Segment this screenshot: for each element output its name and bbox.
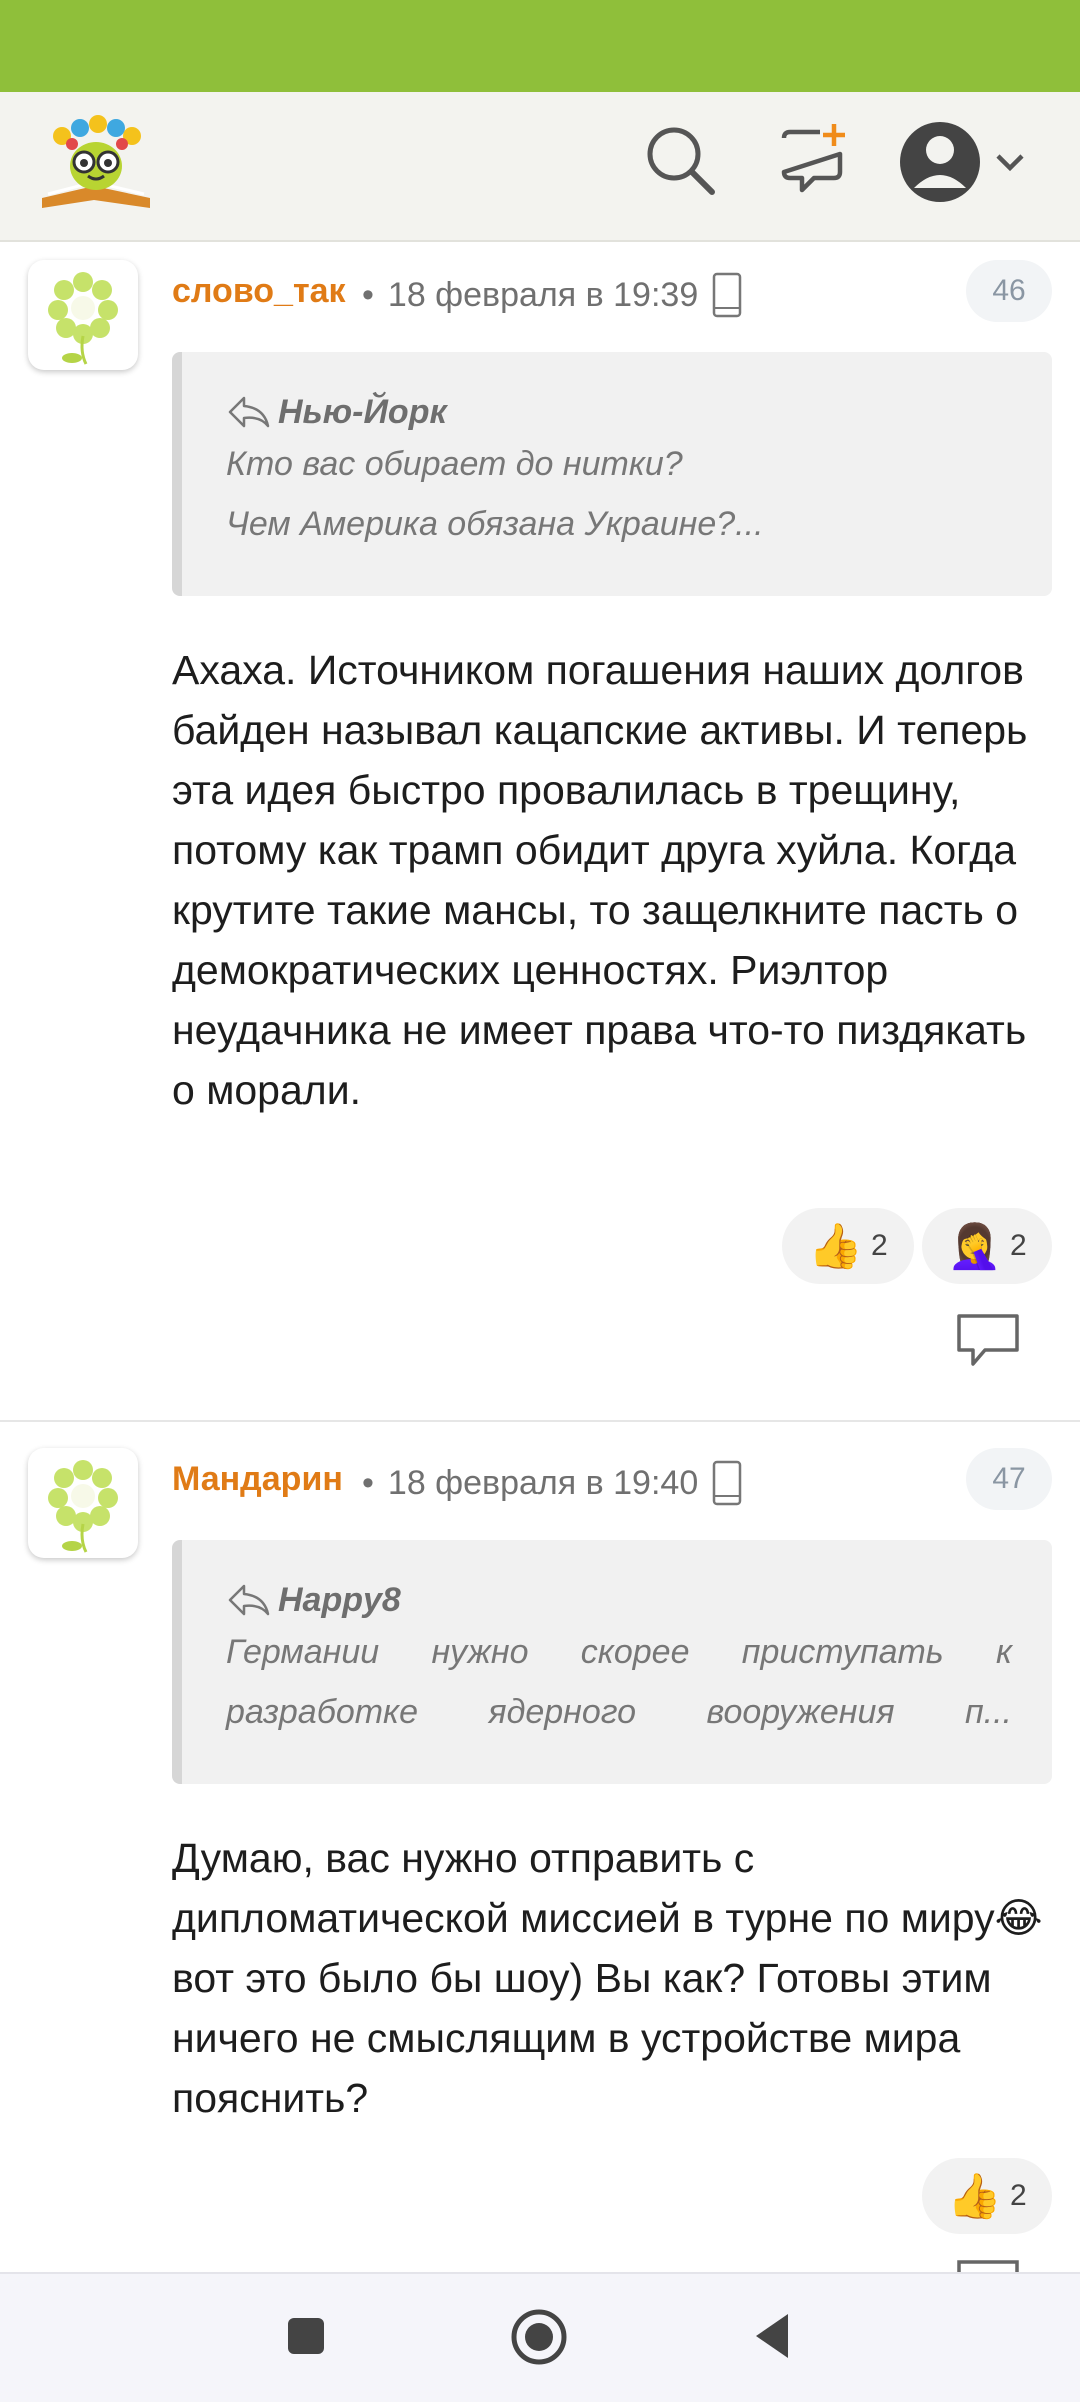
reaction-count: 2 <box>1010 1229 1027 1262</box>
facepalm-icon: 🤦‍♀️ <box>947 1222 1003 1271</box>
commenter-avatar[interactable] <box>28 260 138 370</box>
comment-number-badge[interactable]: 47 <box>966 1448 1052 1510</box>
reaction-facepalm[interactable]: 🤦‍♀️ 2 <box>922 1208 1052 1284</box>
quote-author: Нью-Йорк <box>278 392 447 431</box>
chevron-down-icon <box>996 154 1024 172</box>
quote-word: разработке <box>226 1693 419 1731</box>
comment-author[interactable]: слово_так <box>172 272 346 311</box>
home-icon <box>511 2309 567 2365</box>
back-icon <box>756 2314 788 2358</box>
comment-text: Ахаха. Источником погашения наших долгов… <box>172 647 1028 1113</box>
phone-icon <box>712 272 742 318</box>
thumbs-up-icon: 👍 <box>947 2172 1003 2221</box>
comment-timestamp[interactable]: 18 февраля в 19:39 <box>388 276 698 315</box>
new-message-icon <box>781 124 845 193</box>
status-bar <box>0 0 1080 92</box>
comment-divider <box>0 1420 1080 1422</box>
reply-arrow-icon <box>228 1584 270 1616</box>
quote-line: Чем Америка обязана Украине?... <box>226 505 764 543</box>
comment-number-badge[interactable]: 46 <box>966 260 1052 322</box>
quote-line: Германии нужно скорее приступать к <box>226 1622 1012 1682</box>
app-header <box>0 92 1080 242</box>
site-logo[interactable] <box>34 106 158 216</box>
commenter-avatar[interactable] <box>28 1448 138 1558</box>
comment-reply-icon[interactable] <box>955 1312 1021 1368</box>
quote-header: Happy8 <box>226 1578 1012 1622</box>
reaction-thumbs-up[interactable]: 👍 2 <box>922 2158 1052 2234</box>
comment-meta: • 18 февраля в 19:39 <box>362 272 742 318</box>
reaction-count: 2 <box>871 1229 888 1262</box>
home-button[interactable] <box>510 2308 568 2371</box>
comment-timestamp[interactable]: 18 февраля в 19:40 <box>388 1464 698 1503</box>
comment-author[interactable]: Мандарин <box>172 1460 343 1499</box>
user-avatar-icon <box>900 122 980 202</box>
recents-button[interactable] <box>286 2316 326 2361</box>
phone-icon <box>712 1460 742 1506</box>
stop-icon <box>288 2318 324 2354</box>
meta-dot: • <box>362 275 374 314</box>
quote-word: к <box>995 1633 1012 1671</box>
quote-word: скорее <box>580 1633 690 1671</box>
comment-reply-icon[interactable] <box>955 2258 1021 2272</box>
quote-word: п... <box>964 1693 1012 1731</box>
new-message-button[interactable] <box>774 120 854 200</box>
quote-header: Нью-Йорк <box>226 390 1012 434</box>
comment-text: Думаю, вас нужно отправить с дипломатиче… <box>172 1835 1043 2121</box>
quote-line: разработке ядерного вооружения п... <box>226 1682 1012 1742</box>
quote-author: Happy8 <box>278 1580 401 1619</box>
search-icon <box>647 127 715 195</box>
quote-word: вооружения <box>706 1693 895 1731</box>
quoted-message[interactable]: Нью-Йорк Кто вас обирает до нитки? Чем А… <box>172 352 1052 596</box>
reply-arrow-icon <box>228 396 270 428</box>
thumbs-up-icon: 👍 <box>808 1222 864 1271</box>
quote-word: ядерного <box>488 1693 637 1731</box>
back-button[interactable] <box>752 2310 792 2367</box>
quote-word: приступать <box>741 1633 944 1671</box>
quote-word: нужно <box>431 1633 529 1671</box>
reaction-count: 2 <box>1010 2179 1027 2212</box>
meta-dot: • <box>362 1463 374 1502</box>
quote-word: Германии <box>226 1633 380 1671</box>
comment-meta: • 18 февраля в 19:40 <box>362 1460 742 1506</box>
quote-line: Кто вас обирает до нитки? <box>226 445 683 483</box>
system-nav-bar <box>0 2272 1080 2402</box>
reaction-thumbs-up[interactable]: 👍 2 <box>782 1208 914 1284</box>
user-menu-button[interactable] <box>898 118 1038 208</box>
search-button[interactable] <box>640 120 720 200</box>
quoted-message[interactable]: Happy8 Германии нужно скорее приступать … <box>172 1540 1052 1784</box>
